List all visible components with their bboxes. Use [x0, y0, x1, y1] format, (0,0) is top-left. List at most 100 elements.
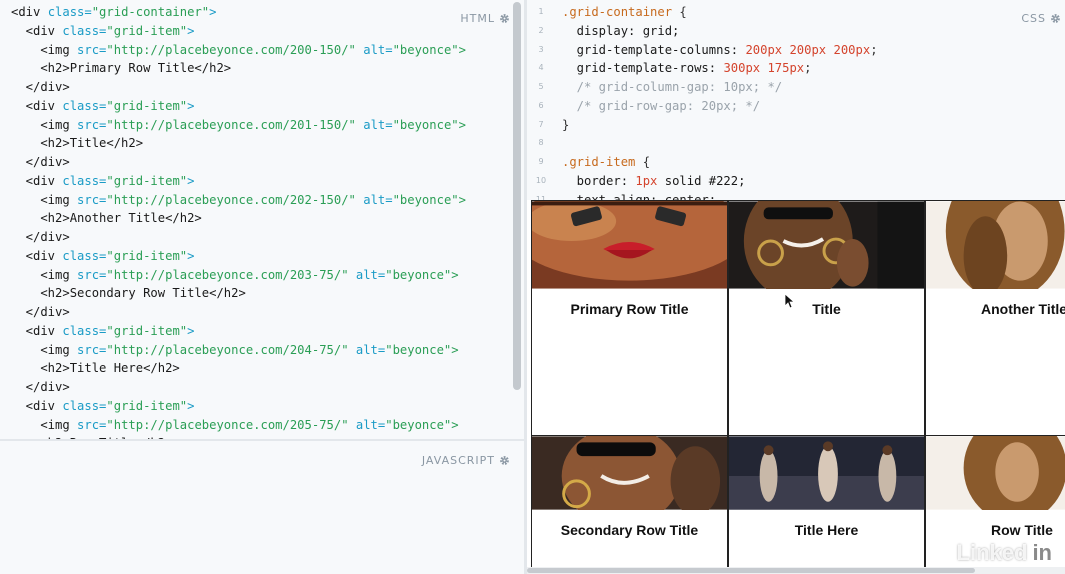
css-code-line: grid-template-columns: 200px 200px 200px…: [562, 41, 878, 60]
html-code-token: </div>: [11, 305, 70, 319]
html-code-token: >: [209, 5, 217, 19]
html-code-token: class=: [62, 323, 107, 338]
gear-icon[interactable]: [1050, 13, 1061, 24]
html-code-line: <div class="grid-item">: [11, 247, 466, 266]
html-code-token: >: [187, 98, 195, 113]
html-code-token: "beyonce">: [385, 342, 459, 357]
html-code-token: "grid-item": [106, 248, 188, 263]
linkedin-watermark-text: Linked: [956, 540, 1028, 565]
html-code-token: "grid-item": [106, 398, 188, 413]
css-editor-pane[interactable]: 1 2 3 4 5 6 7 8 9 10 11 .grid-container { display:…: [527, 0, 1065, 200]
html-code-token: <img: [11, 192, 78, 207]
grid-item: Title: [728, 200, 925, 436]
html-code-token: </div>: [11, 230, 70, 244]
html-code-line: </div>: [11, 153, 466, 172]
css-code-line: display: grid;: [562, 22, 878, 41]
html-code-line: <h2>Another Title</h2>: [11, 209, 466, 228]
grid-item-title: Title: [812, 301, 841, 317]
beyonce-photo-hoops: [532, 436, 727, 510]
preview-horizontal-scrollbar[interactable]: [527, 567, 1065, 574]
css-line-number: 7: [538, 119, 544, 129]
html-label-text: HTML: [460, 12, 495, 25]
html-code-line: <div class="grid-item">: [11, 397, 466, 416]
grid-item-title: Secondary Row Title: [560, 522, 699, 538]
html-code-line: <h2>Title</h2>: [11, 134, 466, 153]
html-code-token: >: [187, 323, 195, 338]
html-code-token: <div: [11, 23, 63, 38]
css-code-token: /* grid-column-gap: 10px; */: [562, 80, 783, 94]
grid-item-title: Another Title: [981, 301, 1065, 317]
html-code-token: <h2>Title</h2>: [11, 136, 144, 151]
html-code-line: <img src="http://placebeyonce.com/205-75…: [11, 416, 466, 435]
html-code-token: <div: [11, 5, 48, 19]
html-code-token: alt=: [348, 267, 386, 282]
css-code-token: }: [562, 117, 570, 132]
css-code-line: grid-template-rows: 300px 175px;: [562, 59, 878, 78]
html-code-token: "grid-item": [106, 98, 188, 113]
html-code-line: <img src="http://placebeyonce.com/202-15…: [11, 191, 466, 210]
html-code-token: "grid-item": [106, 23, 188, 38]
html-pane-label[interactable]: HTML: [460, 12, 510, 25]
css-code-line: border: 1px solid #222;: [562, 172, 878, 191]
grid-item: Secondary Row Title: [531, 435, 728, 574]
grid-item: Primary Row Title: [531, 200, 728, 436]
html-code-token: "beyonce">: [385, 267, 459, 282]
beyonce-photo-stage: [729, 436, 924, 510]
html-code-token: "beyonce">: [392, 117, 466, 132]
html-code-token: alt=: [355, 42, 393, 57]
scrollbar-thumb[interactable]: [527, 568, 975, 573]
html-code-token: </div>: [11, 80, 70, 94]
css-line-number: 11: [535, 194, 547, 201]
html-code-line: </div>: [11, 378, 466, 397]
html-code-token: <h2>Primary Row Title</h2>: [11, 61, 232, 76]
html-code-token: >: [187, 23, 195, 38]
html-code-token: class=: [47, 5, 92, 19]
html-code-token: class=: [62, 248, 107, 263]
html-code-token: <div: [11, 248, 63, 263]
html-code-token: "http://placebeyonce.com/200-150/": [106, 42, 356, 57]
html-code-line: <div class="grid-container">: [11, 3, 466, 22]
css-code-line: .grid-item {: [562, 153, 878, 172]
css-pane-label[interactable]: CSS: [1021, 12, 1061, 25]
html-code-token: src=: [77, 417, 107, 432]
html-code-line: <h2>Secondary Row Title</h2>: [11, 284, 466, 303]
html-code-token: "grid-container": [91, 5, 210, 19]
html-code-token: src=: [77, 117, 107, 132]
html-code-token: <img: [11, 342, 78, 357]
grid-item-title: Primary Row Title: [570, 301, 689, 317]
css-code-line: }: [562, 116, 878, 135]
html-editor-pane[interactable]: <div class="grid-container"> <div class=…: [0, 0, 524, 440]
javascript-editor-pane[interactable]: JAVASCRIPT: [0, 441, 524, 574]
html-code-token: <div: [11, 173, 63, 188]
css-line-number: 2: [538, 25, 544, 35]
html-code-line: <img src="http://placebeyonce.com/203-75…: [11, 266, 466, 285]
html-code-token: >: [187, 398, 195, 413]
html-code-token: alt=: [348, 342, 386, 357]
html-code-token: class=: [62, 398, 107, 413]
html-code-area[interactable]: <div class="grid-container"> <div class=…: [11, 3, 466, 440]
css-code-area[interactable]: .grid-container { display: grid; grid-te…: [562, 3, 878, 200]
gear-icon[interactable]: [499, 13, 510, 24]
html-code-line: </div>: [11, 228, 466, 247]
cursor-icon: [784, 293, 794, 309]
html-code-token: class=: [62, 173, 107, 188]
css-line-number: 8: [538, 138, 544, 148]
css-line-numbers: 1 2 3 4 5 6 7 8 9 10 11: [527, 3, 555, 200]
html-code-token: "http://placebeyonce.com/201-150/": [106, 117, 356, 132]
gear-icon[interactable]: [499, 455, 510, 466]
html-code-token: <div: [11, 323, 63, 338]
html-scrollbar[interactable]: [513, 2, 521, 390]
css-code-token: text-align: center;: [562, 192, 717, 201]
html-code-token: "http://placebeyonce.com/202-150/": [106, 192, 356, 207]
html-code-line: <div class="grid-item">: [11, 172, 466, 191]
html-code-token: <img: [11, 267, 78, 282]
html-code-token: alt=: [348, 417, 386, 432]
css-code-token: /* grid-row-gap: 20px; */: [562, 98, 761, 113]
css-code-line: [562, 134, 878, 153]
javascript-pane-label[interactable]: JAVASCRIPT: [422, 454, 510, 467]
html-code-line: <div class="grid-item">: [11, 22, 466, 41]
css-code-token: grid-template-rows:: [562, 61, 724, 76]
html-code-token: >: [187, 173, 195, 188]
html-code-token: src=: [77, 267, 107, 282]
css-code-line: /* grid-column-gap: 10px; */: [562, 78, 878, 97]
